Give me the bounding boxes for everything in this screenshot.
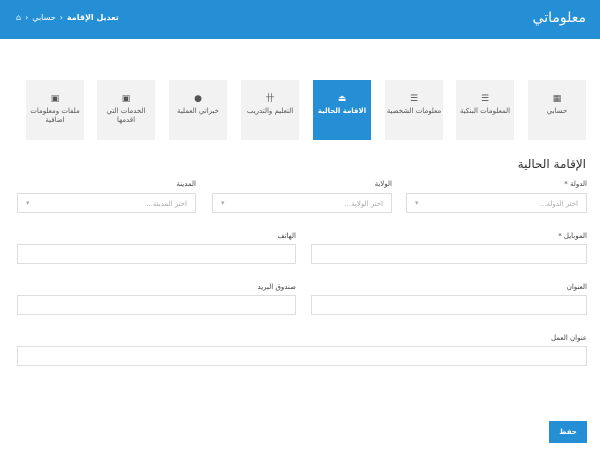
state-select[interactable]: اختر الولاية... ▾	[212, 193, 392, 213]
tile-label: ملفات ومعلومات اضافية	[30, 107, 80, 124]
tile-education[interactable]: 卄 التعليم والتدريب	[241, 80, 299, 140]
breadcrumb-account[interactable]: حسابي	[32, 13, 55, 22]
address-label: العنوان	[566, 283, 587, 291]
tile-experience[interactable]: ● خبراتي العملية	[169, 80, 227, 140]
country-label: الدولة *	[564, 180, 587, 188]
tile-label: الاقامة الحالية	[317, 107, 367, 115]
state-label: الولاية	[374, 180, 392, 188]
tile-label: معلومات الشخصية	[386, 107, 442, 115]
upload-icon: ⏏	[337, 94, 347, 104]
tile-additional-files[interactable]: ▣ ملفات ومعلومات اضافية	[26, 80, 84, 140]
dropdown-icon: ▾	[26, 199, 30, 207]
address-input[interactable]	[311, 295, 587, 315]
tile-current-residence[interactable]: ⏏ الاقامة الحالية	[313, 80, 371, 140]
country-placeholder: اختر الدولة...	[539, 200, 578, 208]
top-header: معلوماتي تعديل الإقامة ‹ حسابي ‹ ⌂	[0, 0, 600, 39]
tile-label: حسابي	[546, 107, 568, 115]
section-title: الإقامة الحالية	[517, 157, 586, 171]
tile-services[interactable]: ▣ الخدمات التي اقدمها	[97, 80, 155, 140]
city-label: المدينة	[176, 180, 196, 188]
tile-label: خبراتي العملية	[177, 107, 219, 115]
city-select[interactable]: اختر المدينة... ▾	[17, 193, 196, 213]
app-title: معلوماتي	[532, 10, 586, 26]
dropdown-icon: ▾	[415, 199, 419, 207]
tile-label: التعليم والتدريب	[246, 107, 294, 115]
pobox-input[interactable]	[17, 295, 296, 315]
signpost-icon: 卄	[265, 94, 275, 104]
tile-personal-info[interactable]: ☰ معلومات الشخصية	[385, 80, 443, 140]
mobile-input[interactable]	[311, 244, 587, 264]
briefcase-icon: ▣	[50, 94, 60, 104]
briefcase-icon: ▣	[121, 94, 131, 104]
home-icon[interactable]: ⌂	[16, 13, 21, 22]
breadcrumb-separator: ‹	[59, 13, 63, 22]
save-button[interactable]: حفظ	[549, 421, 587, 443]
user-icon: ●	[194, 94, 202, 104]
state-placeholder: اختر الولاية...	[344, 200, 383, 208]
tile-account[interactable]: ▦ حسابي	[528, 80, 586, 140]
list-icon: ☰	[409, 94, 419, 104]
breadcrumb-current: تعديل الإقامة	[66, 13, 119, 22]
country-select[interactable]: اختر الدولة... ▾	[406, 193, 587, 213]
dropdown-icon: ▾	[221, 199, 225, 207]
pobox-label: صندوق البريد	[257, 283, 296, 291]
phone-input[interactable]	[17, 244, 296, 264]
work-address-input[interactable]	[17, 346, 587, 366]
list-icon: ☰	[480, 94, 490, 104]
city-placeholder: اختر المدينة...	[146, 200, 187, 208]
mobile-label: الموبايل *	[558, 232, 587, 240]
work-address-label: عنوان العمل	[550, 334, 587, 342]
grid-icon: ▦	[552, 94, 562, 104]
tile-label: المعلومات البنكية	[459, 107, 511, 115]
tile-label: الخدمات التي اقدمها	[106, 107, 146, 124]
phone-label: الهاتف	[277, 232, 296, 240]
tile-bank-info[interactable]: ☰ المعلومات البنكية	[456, 80, 514, 140]
breadcrumb-separator: ‹	[25, 13, 29, 22]
breadcrumb: تعديل الإقامة ‹ حسابي ‹ ⌂	[16, 13, 119, 22]
